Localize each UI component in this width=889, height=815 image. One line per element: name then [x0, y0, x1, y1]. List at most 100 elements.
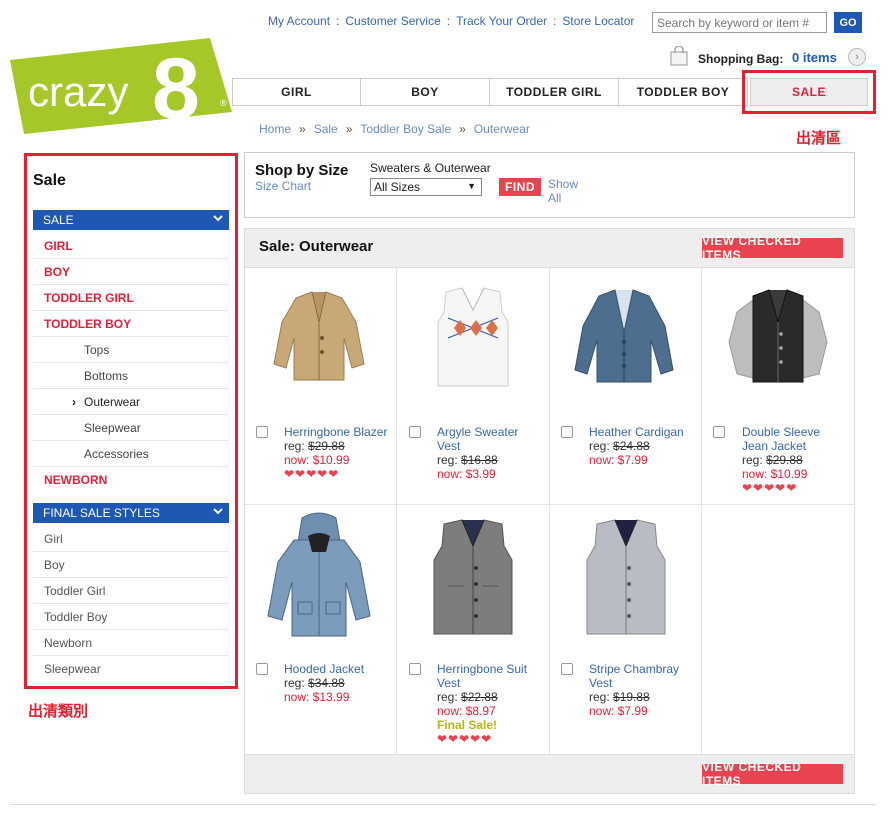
search-input[interactable]: Search by keyword or item # — [652, 12, 827, 33]
sidebar-final-sale-header[interactable]: FINAL SALE STYLES — [33, 503, 229, 523]
crazy8-logo[interactable]: crazy 8 ® — [10, 38, 232, 137]
product-checkbox[interactable] — [561, 663, 573, 675]
product-now-price: now: $10.99 — [284, 453, 350, 467]
sidebar-final-newborn[interactable]: Newborn — [33, 630, 229, 656]
customer-service-link[interactable]: Customer Service — [345, 14, 440, 28]
sidebar-final-girl[interactable]: Girl — [33, 526, 229, 552]
product-checkbox[interactable] — [561, 426, 573, 438]
rating-hearts-icon: ❤❤❤❤❤ — [742, 481, 798, 495]
product-name[interactable]: Argyle Sweater Vest — [437, 425, 537, 453]
sidebar-final-sleepwear[interactable]: Sleepwear — [33, 656, 229, 682]
product-info: Double Sleeve Jean Jacket reg: $29.88 no… — [742, 425, 846, 495]
final-sale-label: Final Sale! — [437, 718, 498, 732]
breadcrumb-home[interactable]: Home — [259, 122, 291, 136]
product-now-price: now: $10.99 — [742, 467, 808, 481]
track-order-link[interactable]: Track Your Order — [456, 14, 547, 28]
product-now-price: now: $7.99 — [589, 704, 648, 718]
product-image-stripe-chambray-vest[interactable] — [571, 516, 681, 635]
chevron-down-icon — [213, 506, 223, 519]
main-nav: GIRL BOY TODDLER GIRL TODDLER BOY — [232, 78, 748, 106]
sidebar-item-toddler-boy[interactable]: TODDLER BOY — [33, 311, 229, 337]
product-image-herringbone-suit-vest[interactable] — [418, 516, 528, 635]
breadcrumb-separator: » — [345, 122, 353, 136]
product-info: Argyle Sweater Vest reg: $16.88 now: $3.… — [437, 425, 537, 481]
product-reg-price: reg: $19.88 — [589, 690, 650, 704]
product-name[interactable]: Herringbone Suit Vest — [437, 662, 545, 690]
product-now-price: now: $13.99 — [284, 690, 350, 704]
product-reg-price: reg: $29.88 — [742, 453, 803, 467]
my-account-link[interactable]: My Account — [268, 14, 330, 28]
sidebar-item-boy[interactable]: BOY — [33, 259, 229, 285]
sidebar-item-newborn[interactable]: NEWBORN — [33, 467, 229, 493]
breadcrumb-sale[interactable]: Sale — [314, 122, 338, 136]
product-now-price: now: $8.97 — [437, 704, 496, 718]
nav-toddler-boy[interactable]: TODDLER BOY — [619, 78, 748, 106]
size-select[interactable]: All Sizes ▼ — [370, 178, 482, 196]
sidebar-subitem-bottoms[interactable]: Bottoms — [33, 363, 229, 389]
product-checkbox[interactable] — [409, 663, 421, 675]
logo-registered-mark: ® — [220, 98, 227, 108]
breadcrumb-separator: » — [459, 122, 466, 136]
product-reg-price: reg: $29.88 — [284, 439, 345, 453]
product-image-herringbone-blazer[interactable] — [264, 282, 374, 392]
product-image-hooded-jacket[interactable] — [264, 512, 374, 637]
product-now-price: now: $7.99 — [589, 453, 648, 467]
shopping-bag-count[interactable]: 0 items — [792, 50, 837, 65]
sidebar-final-sale-header-label: FINAL SALE STYLES — [43, 506, 160, 520]
show-all-link[interactable]: Show All — [548, 177, 584, 205]
size-select-value: All Sizes — [374, 180, 421, 194]
products-title: Sale: Outerwear — [259, 238, 374, 255]
nav-boy[interactable]: BOY — [361, 78, 490, 106]
sidebar-subitem-outerwear[interactable]: Outerwear — [33, 389, 229, 415]
product-reg-price: reg: $24.88 — [589, 439, 650, 453]
product-checkbox[interactable] — [409, 426, 421, 438]
nav-toddler-girl[interactable]: TODDLER GIRL — [490, 78, 619, 106]
shopping-bag-icon[interactable] — [670, 45, 688, 66]
search-go-button[interactable]: GO — [834, 12, 862, 33]
sidebar-subitem-accessories[interactable]: Accessories — [33, 441, 229, 467]
breadcrumb-separator: » — [299, 122, 306, 136]
page-divider — [10, 804, 876, 805]
product-reg-price: reg: $16.88 — [437, 453, 498, 467]
view-checked-items-button[interactable]: VIEW CHECKED ITEMS — [702, 234, 843, 262]
sidebar-sale-header-label: SALE — [43, 213, 74, 227]
size-chart-link[interactable]: Size Chart — [255, 179, 311, 193]
product-image-double-sleeve-jean-jacket[interactable] — [723, 282, 833, 392]
grid-divider — [245, 504, 854, 505]
product-reg-price: reg: $22.88 — [437, 690, 498, 704]
product-checkbox[interactable] — [256, 426, 268, 438]
chevron-down-icon — [213, 213, 223, 226]
sidebar-final-toddler-boy[interactable]: Toddler Boy — [33, 604, 229, 630]
bag-arrow-icon[interactable]: › — [848, 48, 866, 66]
store-locator-link[interactable]: Store Locator — [562, 14, 634, 28]
product-checkbox[interactable] — [713, 426, 725, 438]
sidebar-final-toddler-girl[interactable]: Toddler Girl — [33, 578, 229, 604]
product-image-heather-cardigan[interactable] — [569, 282, 679, 392]
product-info: Stripe Chambray Vest reg: $19.88 now: $7… — [589, 662, 699, 718]
logo-text: crazy — [28, 68, 128, 115]
breadcrumb-outerwear[interactable]: Outerwear — [474, 122, 530, 136]
sidebar-annotation: 出清類別 — [28, 703, 89, 720]
product-name[interactable]: Double Sleeve Jean Jacket — [742, 425, 846, 453]
logo-number: 8 — [152, 41, 200, 134]
sidebar-sale-header[interactable]: SALE — [33, 210, 229, 230]
breadcrumb: Home » Sale » Toddler Boy Sale » Outerwear — [259, 122, 530, 136]
breadcrumb-toddler-boy-sale[interactable]: Toddler Boy Sale — [360, 122, 451, 136]
shopping-bag-label: Shopping Bag: — [698, 52, 784, 66]
view-checked-items-button-bottom[interactable]: VIEW CHECKED ITEMS — [702, 760, 843, 788]
rating-hearts-icon: ❤❤❤❤❤ — [284, 467, 340, 481]
sale-highlight-box — [742, 70, 876, 114]
active-chevron-icon: › — [72, 395, 76, 409]
product-image-argyle-sweater-vest[interactable] — [418, 282, 528, 392]
nav-girl[interactable]: GIRL — [232, 78, 361, 106]
product-name[interactable]: Stripe Chambray Vest — [589, 662, 699, 690]
sidebar-final-boy[interactable]: Boy — [33, 552, 229, 578]
sidebar-subitem-sleepwear[interactable]: Sleepwear — [33, 415, 229, 441]
sidebar-subitem-tops[interactable]: Tops — [33, 337, 229, 363]
sidebar-title: Sale — [33, 172, 66, 189]
sidebar-item-toddler-girl[interactable]: TODDLER GIRL — [33, 285, 229, 311]
sidebar-item-girl[interactable]: GIRL — [33, 233, 229, 259]
find-button[interactable]: FIND — [499, 178, 541, 196]
product-name[interactable]: Heather Cardigan — [589, 425, 699, 439]
product-checkbox[interactable] — [256, 663, 268, 675]
